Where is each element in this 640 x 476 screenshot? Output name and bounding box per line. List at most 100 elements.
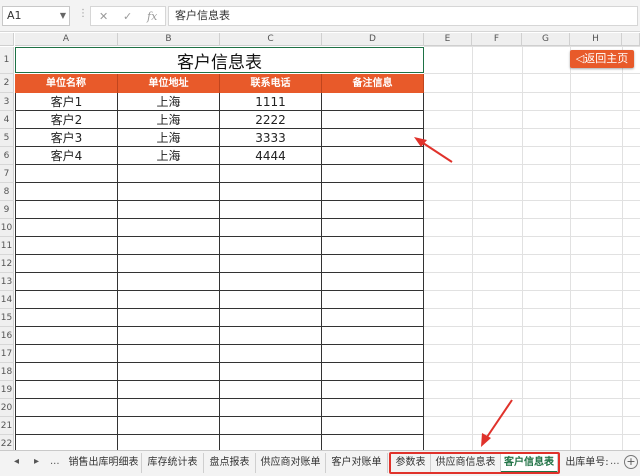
- table-cell[interactable]: 上海: [118, 111, 220, 129]
- add-sheet-icon[interactable]: +: [624, 455, 638, 469]
- column-header-c[interactable]: C: [220, 33, 322, 46]
- table-cell[interactable]: [118, 345, 220, 363]
- row-header-3[interactable]: 3: [0, 93, 14, 111]
- table-cell[interactable]: [220, 291, 322, 309]
- table-cell[interactable]: [15, 363, 118, 381]
- row-header-20[interactable]: 20: [0, 399, 14, 417]
- table-cell[interactable]: [15, 327, 118, 345]
- table-cell[interactable]: [220, 165, 322, 183]
- table-cell[interactable]: [322, 147, 424, 165]
- chevron-down-icon[interactable]: ▼: [60, 7, 66, 25]
- column-header-g[interactable]: G: [522, 33, 570, 46]
- table-cell[interactable]: [322, 129, 424, 147]
- name-box[interactable]: A1 ▼: [2, 6, 70, 26]
- table-cell[interactable]: [15, 165, 118, 183]
- row-header-8[interactable]: 8: [0, 183, 14, 201]
- table-cell[interactable]: 客户4: [15, 147, 118, 165]
- table-cell[interactable]: 客户3: [15, 129, 118, 147]
- table-cell[interactable]: [220, 309, 322, 327]
- tab-supplier-statement[interactable]: 供应商对账单: [256, 453, 326, 473]
- table-cell[interactable]: [322, 111, 424, 129]
- table-cell[interactable]: [15, 345, 118, 363]
- table-cell[interactable]: [118, 273, 220, 291]
- column-header-h[interactable]: H: [570, 33, 622, 46]
- table-cell[interactable]: [15, 309, 118, 327]
- row-header-13[interactable]: 13: [0, 273, 14, 291]
- table-cell[interactable]: [220, 219, 322, 237]
- table-cell[interactable]: [15, 201, 118, 219]
- row-header-10[interactable]: 10: [0, 219, 14, 237]
- column-header-d[interactable]: D: [322, 33, 424, 46]
- table-cell[interactable]: [220, 273, 322, 291]
- table-cell[interactable]: [322, 165, 424, 183]
- table-cell[interactable]: [220, 255, 322, 273]
- table-cell[interactable]: [322, 381, 424, 399]
- table-cell[interactable]: [118, 183, 220, 201]
- table-cell[interactable]: [220, 381, 322, 399]
- row-header-1[interactable]: 1: [0, 47, 14, 74]
- column-header-a[interactable]: A: [15, 33, 118, 46]
- row-header-2[interactable]: 2: [0, 74, 14, 93]
- table-cell[interactable]: [322, 327, 424, 345]
- table-cell[interactable]: [118, 255, 220, 273]
- table-cell[interactable]: [322, 255, 424, 273]
- tab-stocktake-report[interactable]: 盘点报表: [204, 453, 256, 473]
- sheet-title-cell[interactable]: 客户信息表: [15, 47, 424, 73]
- table-cell[interactable]: 客户1: [15, 93, 118, 111]
- table-cell[interactable]: [220, 237, 322, 255]
- table-cell[interactable]: [15, 273, 118, 291]
- row-header-19[interactable]: 19: [0, 381, 14, 399]
- table-cell[interactable]: [220, 345, 322, 363]
- tab-next-icon[interactable]: ▸: [34, 456, 39, 467]
- table-cell[interactable]: 上海: [118, 147, 220, 165]
- tab-inventory-stats[interactable]: 库存统计表: [142, 453, 204, 473]
- table-cell[interactable]: [322, 93, 424, 111]
- table-cell[interactable]: [15, 399, 118, 417]
- table-cell[interactable]: [322, 219, 424, 237]
- formula-input[interactable]: 客户信息表: [168, 6, 638, 26]
- table-cell[interactable]: [220, 417, 322, 435]
- table-cell[interactable]: [322, 399, 424, 417]
- insert-function-icon[interactable]: fx: [147, 8, 157, 26]
- table-cell[interactable]: [322, 201, 424, 219]
- table-cell[interactable]: [220, 363, 322, 381]
- row-header-21[interactable]: 21: [0, 417, 14, 435]
- table-cell[interactable]: [220, 201, 322, 219]
- select-all-corner[interactable]: [0, 33, 14, 46]
- table-cell[interactable]: 2222: [220, 111, 322, 129]
- cancel-icon[interactable]: ✕: [99, 8, 108, 26]
- table-cell[interactable]: [118, 381, 220, 399]
- table-cell[interactable]: [322, 291, 424, 309]
- row-header-14[interactable]: 14: [0, 291, 14, 309]
- table-cell[interactable]: [118, 201, 220, 219]
- column-header-i[interactable]: [622, 33, 640, 46]
- table-cell[interactable]: [118, 237, 220, 255]
- row-header-11[interactable]: 11: [0, 237, 14, 255]
- header-cell-name[interactable]: 单位名称: [15, 74, 118, 93]
- table-cell[interactable]: 1111: [220, 93, 322, 111]
- table-cell[interactable]: [220, 183, 322, 201]
- table-cell[interactable]: [322, 273, 424, 291]
- tab-more-right[interactable]: ...: [610, 456, 620, 467]
- column-header-e[interactable]: E: [424, 33, 472, 46]
- tab-outbound-no[interactable]: 出库单号:: [563, 453, 611, 473]
- table-cell[interactable]: 上海: [118, 129, 220, 147]
- table-cell[interactable]: [118, 417, 220, 435]
- row-header-16[interactable]: 16: [0, 327, 14, 345]
- row-header-9[interactable]: 9: [0, 201, 14, 219]
- tab-customer-statement[interactable]: 客户对账单: [326, 453, 388, 473]
- table-cell[interactable]: [322, 417, 424, 435]
- table-cell[interactable]: [15, 255, 118, 273]
- back-to-home-button[interactable]: ◁返回主页: [570, 50, 634, 68]
- table-cell[interactable]: [220, 399, 322, 417]
- table-cell[interactable]: 客户2: [15, 111, 118, 129]
- table-cell[interactable]: [118, 327, 220, 345]
- table-cell[interactable]: [118, 291, 220, 309]
- table-cell[interactable]: 4444: [220, 147, 322, 165]
- row-header-4[interactable]: 4: [0, 111, 14, 129]
- tab-sales-outbound-detail[interactable]: 销售出库明细表: [66, 453, 142, 473]
- row-header-12[interactable]: 12: [0, 255, 14, 273]
- table-cell[interactable]: [15, 183, 118, 201]
- table-cell[interactable]: [220, 327, 322, 345]
- row-header-17[interactable]: 17: [0, 345, 14, 363]
